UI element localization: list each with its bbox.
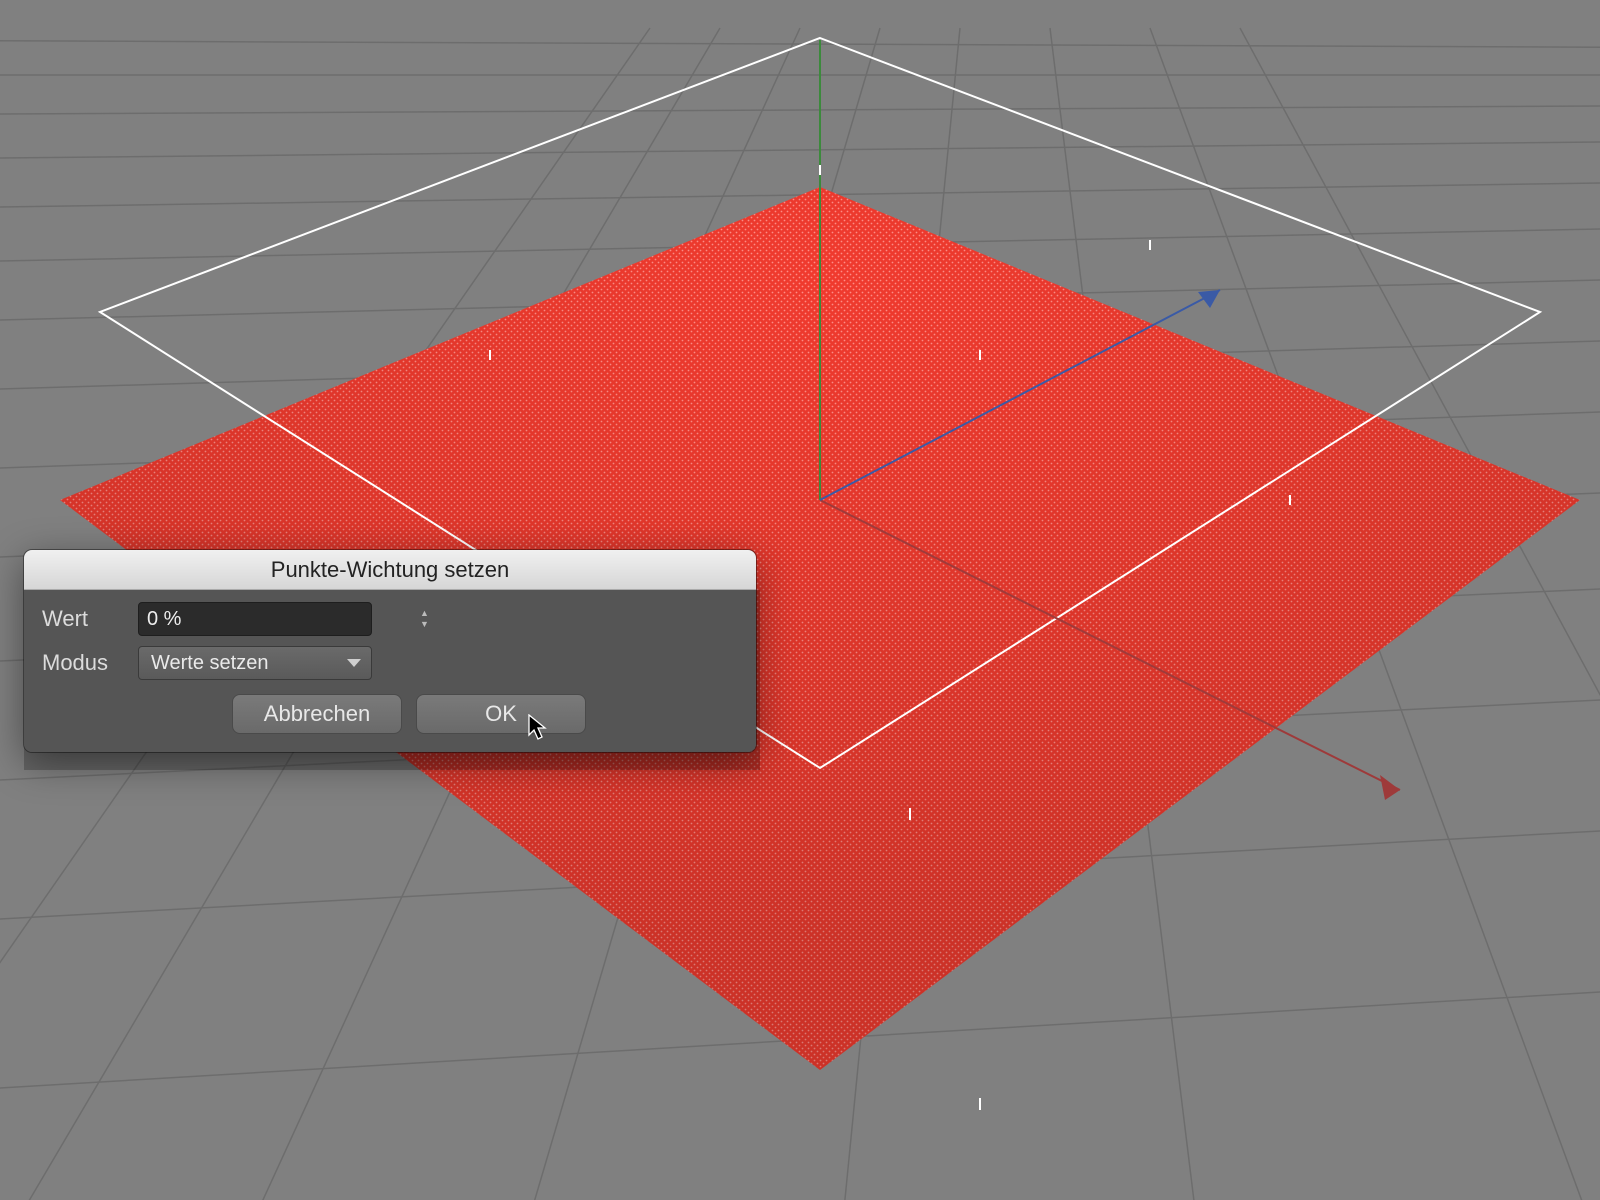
cancel-button-label: Abbrechen bbox=[264, 701, 370, 727]
mode-selected: Werte setzen bbox=[151, 652, 268, 675]
value-input[interactable] bbox=[139, 608, 420, 631]
ok-button[interactable]: OK bbox=[416, 694, 586, 734]
dialog-titlebar[interactable]: Punkte-Wichtung setzen bbox=[24, 550, 756, 590]
value-label: Wert bbox=[42, 606, 124, 632]
mode-select[interactable]: Werte setzen bbox=[138, 646, 372, 680]
set-point-weight-dialog: Punkte-Wichtung setzen Wert ▲ ▼ Modus We… bbox=[24, 550, 756, 752]
value-stepper[interactable]: ▲ ▼ bbox=[420, 609, 433, 629]
cancel-button[interactable]: Abbrechen bbox=[232, 694, 402, 734]
stepper-down-icon[interactable]: ▼ bbox=[420, 620, 429, 629]
stepper-up-icon[interactable]: ▲ bbox=[420, 609, 429, 618]
dialog-title: Punkte-Wichtung setzen bbox=[271, 557, 509, 583]
chevron-down-icon bbox=[347, 659, 361, 667]
mode-label: Modus bbox=[42, 650, 124, 676]
ok-button-label: OK bbox=[485, 701, 517, 727]
value-field[interactable]: ▲ ▼ bbox=[138, 602, 372, 636]
